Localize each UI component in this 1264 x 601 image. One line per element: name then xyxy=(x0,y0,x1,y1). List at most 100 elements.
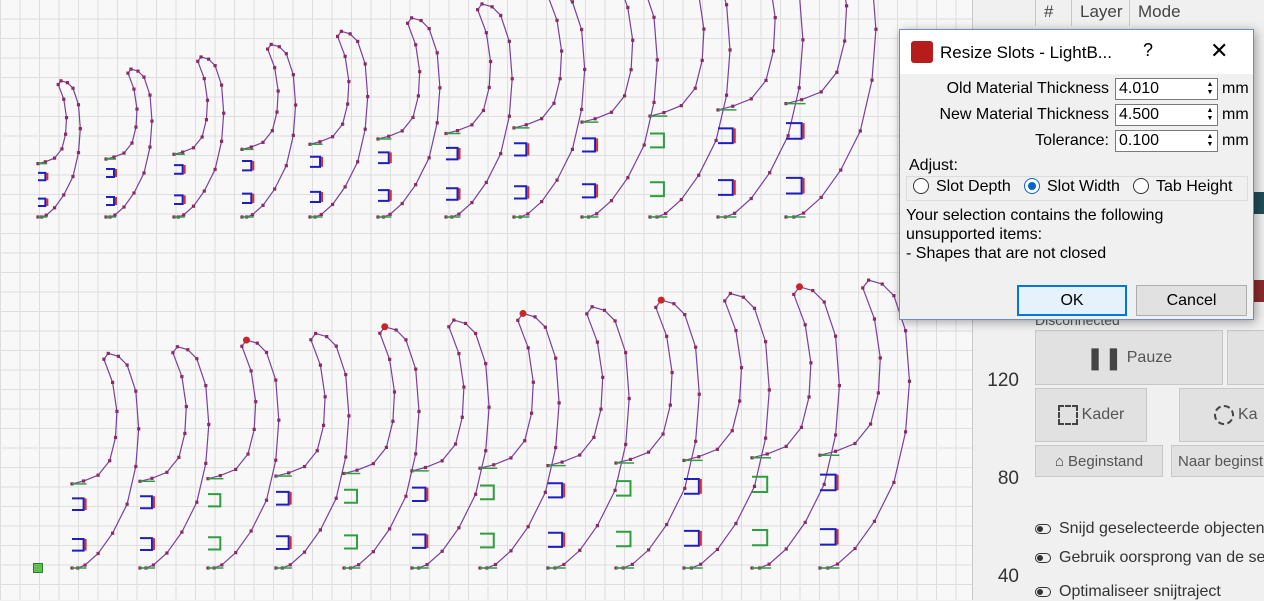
path-node xyxy=(419,18,423,23)
path-node xyxy=(728,48,732,52)
path-node xyxy=(183,431,187,436)
slot-tab xyxy=(514,185,528,200)
path-node xyxy=(523,439,527,443)
path-node xyxy=(309,338,313,342)
old-thickness-input[interactable]: 4.010 ▲ ▼ xyxy=(1115,78,1218,100)
home-button[interactable]: ⌂ Beginstand xyxy=(1035,445,1163,477)
path-node xyxy=(622,94,627,98)
path-node xyxy=(180,530,184,534)
path-node xyxy=(255,341,259,345)
path-node xyxy=(583,67,587,72)
path-node xyxy=(302,464,307,469)
path-node xyxy=(786,134,790,138)
circle-frame-icon xyxy=(1214,405,1234,425)
option-optimize-path[interactable]: Optimaliseer snijtraject xyxy=(1035,583,1221,601)
path-node xyxy=(867,278,871,282)
rib-shape-outline xyxy=(173,56,225,218)
slot-tab xyxy=(616,480,632,497)
path-node xyxy=(204,461,208,465)
path-node xyxy=(590,305,594,309)
path-node xyxy=(134,464,138,469)
spin-arrows-icon[interactable]: ▲ ▼ xyxy=(1205,81,1215,97)
tolerance-label: Tolerance: xyxy=(1035,132,1109,149)
path-node xyxy=(834,433,838,437)
old-thickness-value: 4.010 xyxy=(1119,80,1160,97)
layer-col-layer[interactable]: Layer xyxy=(1071,0,1129,26)
path-node xyxy=(484,31,488,35)
path-node xyxy=(809,361,813,365)
path-node xyxy=(273,66,277,70)
close-icon[interactable]: ✕ xyxy=(1210,38,1228,64)
slot-tab xyxy=(786,176,803,195)
path-node xyxy=(700,58,704,63)
slot-tab xyxy=(106,196,115,207)
option-use-selection-origin[interactable]: Gebruik oorsprong van de se xyxy=(1035,549,1264,567)
slot-tab xyxy=(310,190,322,203)
ok-button[interactable]: OK xyxy=(1017,285,1127,316)
design-canvas[interactable] xyxy=(0,0,972,600)
path-node xyxy=(613,319,617,323)
rib-shape-outline xyxy=(479,312,560,569)
pause-button[interactable]: ❚❚ Pauze xyxy=(1035,330,1223,385)
slot-tab xyxy=(820,528,837,546)
cancel-button[interactable]: Cancel xyxy=(1136,285,1247,316)
path-node xyxy=(880,282,884,286)
path-node xyxy=(347,414,351,418)
path-node xyxy=(404,494,408,498)
path-node xyxy=(111,531,115,535)
path-node xyxy=(749,97,753,101)
path-node xyxy=(699,562,703,566)
path-node xyxy=(275,110,279,114)
tolerance-input[interactable]: 0.100 ▲ ▼ xyxy=(1115,130,1218,152)
slot-tab xyxy=(582,183,597,199)
path-node xyxy=(668,403,672,407)
path-node xyxy=(642,143,646,147)
radio-slot-depth[interactable]: Slot Depth xyxy=(913,178,1011,196)
help-button[interactable]: ? xyxy=(1143,40,1153,61)
path-node xyxy=(218,474,222,478)
slot-tab xyxy=(72,497,85,511)
stop-button[interactable] xyxy=(1227,330,1264,385)
frame-button[interactable]: Kader xyxy=(1035,388,1147,442)
path-node xyxy=(784,547,788,551)
path-node xyxy=(784,444,788,448)
layer-col-mode[interactable]: Mode xyxy=(1129,0,1264,26)
path-node xyxy=(652,100,656,105)
slot-tab xyxy=(650,181,665,198)
slot-tab xyxy=(140,495,153,510)
radio-slot-width[interactable]: Slot Width xyxy=(1024,178,1120,196)
path-node xyxy=(134,389,138,393)
path-node xyxy=(318,140,322,144)
path-node xyxy=(414,183,418,187)
path-node xyxy=(314,331,318,336)
spin-arrows-icon[interactable]: ▲ ▼ xyxy=(1205,133,1215,149)
path-node xyxy=(250,213,255,217)
path-node xyxy=(71,174,75,179)
path-node xyxy=(125,363,129,367)
path-node xyxy=(391,419,395,423)
goto-origin-button[interactable]: Naar beginst xyxy=(1171,445,1264,477)
shapes-layer[interactable] xyxy=(0,0,972,600)
path-node xyxy=(484,362,488,366)
path-node xyxy=(122,205,126,209)
option-cut-selected[interactable]: Snijd geselecteerde objecten xyxy=(1035,520,1264,538)
path-node xyxy=(274,458,278,462)
path-node xyxy=(628,457,633,461)
path-node xyxy=(480,2,484,6)
slot-tab xyxy=(548,531,564,548)
rib-shape-outline xyxy=(37,80,81,218)
slot-tab xyxy=(412,533,427,549)
path-node xyxy=(427,156,431,160)
path-node xyxy=(524,123,528,127)
slot-tab xyxy=(752,475,769,493)
spin-arrows-icon[interactable]: ▲ ▼ xyxy=(1205,107,1215,123)
path-node xyxy=(111,380,115,384)
new-thickness-input[interactable]: 4.500 ▲ ▼ xyxy=(1115,104,1218,126)
dialog-titlebar[interactable]: Resize Slots - LightB... ? ✕ xyxy=(900,30,1253,74)
frame-circle-button[interactable]: Ka xyxy=(1179,388,1264,442)
path-node xyxy=(585,312,589,316)
layer-col-number[interactable]: # xyxy=(1035,0,1071,26)
path-node xyxy=(822,482,826,486)
radio-tab-height[interactable]: Tab Height xyxy=(1133,178,1233,196)
path-node xyxy=(801,38,805,42)
